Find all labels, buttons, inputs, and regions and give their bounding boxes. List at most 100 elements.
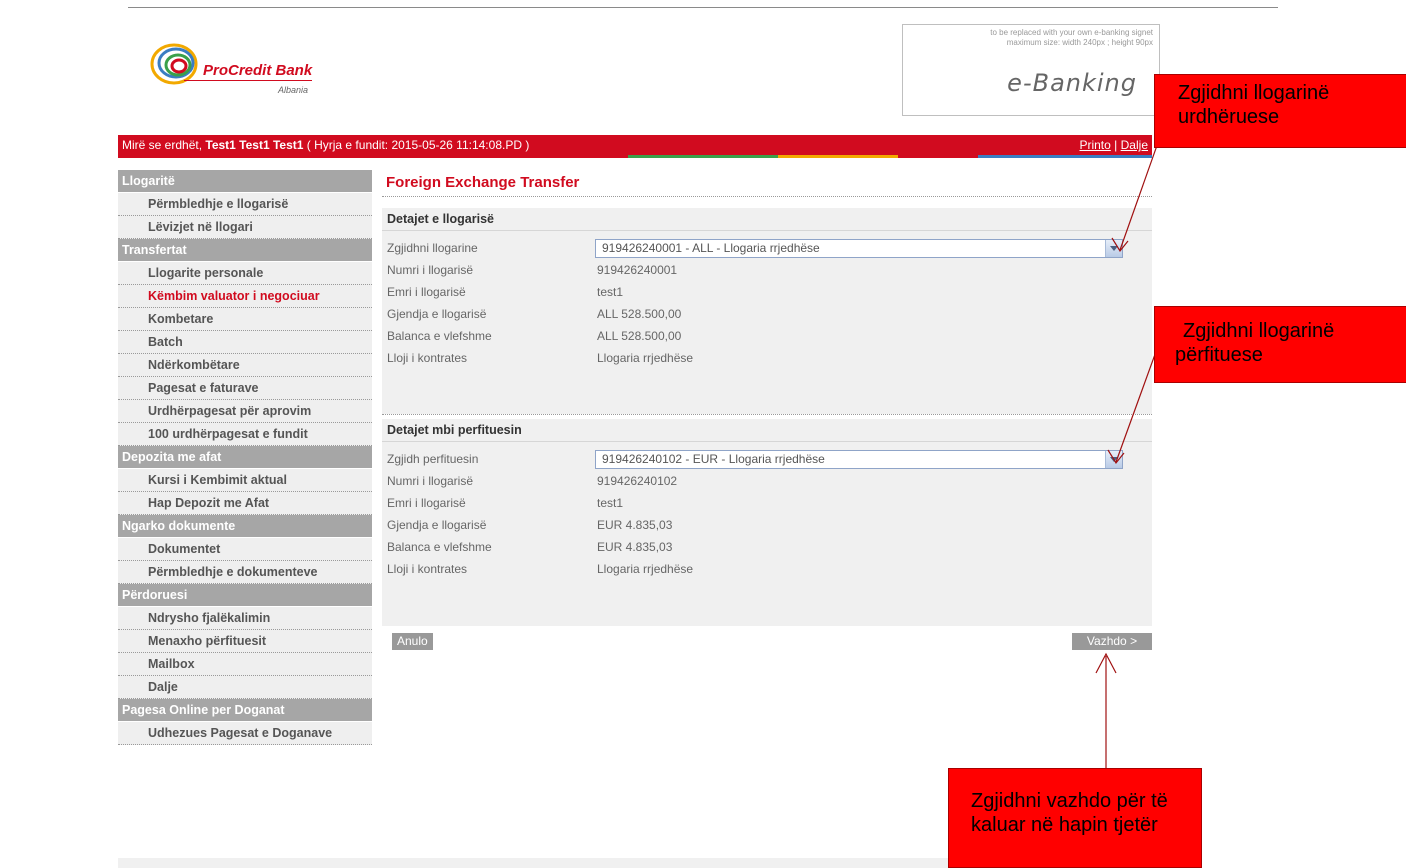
callout-beneficiary-line1: Zgjidhni llogarinë [1183, 320, 1335, 342]
welcome-user: Test1 Test1 Test1 [205, 138, 304, 152]
sidebar-item-kombetare[interactable]: Kombetare [118, 308, 372, 331]
beneficiary-section-heading: Detajet mbi perfituesin [382, 419, 1152, 442]
sidebar-item-dokumentet[interactable]: Dokumentet [118, 538, 372, 561]
print-link[interactable]: Printo [1079, 138, 1110, 152]
detail-value: Llogaria rrjedhëse [597, 351, 694, 365]
sidebar-item-dalje[interactable]: Dalje [118, 676, 372, 699]
color-stripe-blue [978, 155, 1152, 158]
sidebar-item-menaxho-perfituesit[interactable]: Menaxho përfituesit [118, 630, 372, 653]
sidebar-item-pagesat-faturave[interactable]: Pagesat e faturave [118, 377, 372, 400]
detail-label: Gjendja e llogarisë [387, 518, 487, 532]
beneficiary-account-select[interactable]: 919426240102 - EUR - Llogaria rrjedhëse [595, 450, 1123, 469]
header-links: Printo | Dalje [1079, 135, 1148, 155]
account-details-panel: Detajet e llogarisë Zgjidhni llogarine 9… [382, 208, 1152, 414]
sidebar-item-levizjet[interactable]: Lëvizjet në llogari [118, 216, 372, 239]
detail-value: Llogaria rrjedhëse [597, 562, 694, 576]
link-separator: | [1114, 138, 1118, 152]
procredit-logo: ProCredit Bank Albania [148, 38, 328, 98]
detail-label: Numri i llogarisë [387, 263, 474, 277]
chevron-down-icon[interactable] [1105, 451, 1122, 468]
detail-label: Lloji i kontrates [387, 562, 468, 576]
detail-label: Emri i llogarisë [387, 496, 466, 510]
sidebar-item-kursi-kembimit[interactable]: Kursi i Kembimit aktual [118, 469, 372, 492]
detail-row: Lloji i kontrates Llogaria rrjedhëse [382, 347, 1152, 369]
sidebar-item-hap-depozit[interactable]: Hap Depozit me Afat [118, 492, 372, 515]
sidebar-item-llogarite-personale[interactable]: Llogarite personale [118, 262, 372, 285]
section-divider [382, 414, 1152, 415]
sidebar-item-permbledhje-dokumenteve[interactable]: Përmbledhje e dokumenteve [118, 561, 372, 584]
bank-country: Albania [278, 85, 309, 95]
account-section-heading: Detajet e llogarisë [382, 208, 1152, 231]
sidebar-section-llogarite[interactable]: Llogaritë [118, 170, 372, 193]
sidebar-section-perdoruesi[interactable]: Përdoruesi [118, 584, 372, 607]
logo-underline [184, 80, 312, 81]
cancel-button[interactable]: Anulo [392, 633, 433, 650]
detail-label: Balanca e vlefshme [387, 540, 492, 554]
color-stripe-green [628, 155, 778, 158]
signet-note-line2: maximum size: width 240px ; height 90px [1006, 38, 1153, 47]
source-account-value: 919426240001 - ALL - Llogaria rrjedhëse [602, 241, 820, 255]
ebanking-signet: to be replaced with your own e-banking s… [902, 24, 1160, 116]
welcome-bar: Mirë se erdhët, Test1 Test1 Test1 ( Hyrj… [118, 135, 1152, 155]
sidebar-section-depozita[interactable]: Depozita me afat [118, 446, 372, 469]
detail-row: Numri i llogarisë 919426240001 [382, 259, 1152, 281]
detail-value: EUR 4.835,03 [597, 540, 673, 554]
bank-name: ProCredit Bank [203, 62, 313, 79]
signet-note: to be replaced with your own e-banking s… [913, 28, 1153, 48]
welcome-text: Mirë se erdhët, Test1 Test1 Test1 ( Hyrj… [122, 135, 529, 155]
sidebar-item-ndrysho-fjalekalimin[interactable]: Ndrysho fjalëkalimin [118, 607, 372, 630]
logout-link[interactable]: Dalje [1121, 138, 1148, 152]
sidebar-item-kembim-valuator[interactable]: Këmbim valuator i negociuar [118, 285, 372, 308]
detail-value: ALL 528.500,00 [597, 307, 682, 321]
main-content: Foreign Exchange Transfer [382, 170, 1152, 197]
callout-beneficiary-account: Zgjidhni llogarinë përfituese [1154, 306, 1406, 383]
detail-value: 919426240001 [597, 263, 678, 277]
chevron-down-icon[interactable] [1105, 240, 1122, 257]
sidebar-nav: Llogaritë Përmbledhje e llogarisë Lëvizj… [118, 170, 372, 745]
sidebar-item-nderkombetare[interactable]: Ndërkombëtare [118, 354, 372, 377]
detail-row: Emri i llogarisë test1 [382, 492, 1152, 514]
callout-continue-line1: Zgjidhni vazhdo për të [971, 790, 1168, 812]
callout-continue: Zgjidhni vazhdo për të kaluar në hapin t… [948, 768, 1202, 868]
beneficiary-select-label: Zgjidh perfituesin [387, 452, 479, 466]
continue-button[interactable]: Vazhdo > [1072, 633, 1152, 650]
detail-row: Lloji i kontrates Llogaria rrjedhëse [382, 558, 1152, 580]
detail-value: test1 [597, 285, 624, 299]
detail-value: test1 [597, 496, 624, 510]
sidebar-section-transfertat[interactable]: Transfertat [118, 239, 372, 262]
detail-value: ALL 528.500,00 [597, 329, 682, 343]
beneficiary-account-value: 919426240102 - EUR - Llogaria rrjedhëse [602, 452, 825, 466]
detail-label: Numri i llogarisë [387, 474, 474, 488]
detail-value: EUR 4.835,03 [597, 518, 673, 532]
welcome-prefix: Mirë se erdhët, [122, 138, 206, 152]
color-stripe-red [118, 155, 628, 158]
signet-note-line1: to be replaced with your own e-banking s… [990, 28, 1153, 37]
detail-label: Gjendja e llogarisë [387, 307, 487, 321]
callout-continue-line2: kaluar në hapin tjetër [971, 814, 1158, 836]
last-login: ( Hyrja e fundit: 2015-05-26 11:14:08.PD… [303, 138, 530, 152]
detail-label: Balanca e vlefshme [387, 329, 492, 343]
callout-source-line1: Zgjidhni llogarinë [1178, 82, 1330, 104]
detail-row: Balanca e vlefshme EUR 4.835,03 [382, 536, 1152, 558]
sidebar-item-batch[interactable]: Batch [118, 331, 372, 354]
callout-source-account: Zgjidhni llogarinë urdhëruese [1154, 74, 1406, 148]
detail-label: Lloji i kontrates [387, 351, 468, 365]
sidebar-item-permbledhje-llogarise[interactable]: Përmbledhje e llogarisë [118, 193, 372, 216]
sidebar-item-mailbox[interactable]: Mailbox [118, 653, 372, 676]
callout-source-line2: urdhëruese [1178, 106, 1280, 128]
account-select-label: Zgjidhni llogarine [387, 241, 478, 255]
detail-value: 919426240102 [597, 474, 678, 488]
beneficiary-details-panel: Detajet mbi perfituesin Zgjidh perfitues… [382, 419, 1152, 626]
detail-row: Gjendja e llogarisë EUR 4.835,03 [382, 514, 1152, 536]
logo-emblem-icon [150, 43, 198, 85]
detail-row: Gjendja e llogarisë ALL 528.500,00 [382, 303, 1152, 325]
top-divider [128, 7, 1278, 8]
sidebar-section-doganat[interactable]: Pagesa Online per Doganat [118, 699, 372, 722]
sidebar-item-udhezues-doganave[interactable]: Udhezues Pagesat e Doganave [118, 722, 372, 745]
source-account-select[interactable]: 919426240001 - ALL - Llogaria rrjedhëse [595, 239, 1123, 258]
color-stripe-red2 [898, 155, 978, 158]
beneficiary-select-row: Zgjidh perfituesin 919426240102 - EUR - … [382, 448, 1152, 470]
sidebar-item-100-urdherpagesat[interactable]: 100 urdhërpagesat e fundit [118, 423, 372, 446]
sidebar-section-ngarko-dokumente[interactable]: Ngarko dokumente [118, 515, 372, 538]
sidebar-item-urdherpagesat-aprovim[interactable]: Urdhërpagesat për aprovim [118, 400, 372, 423]
